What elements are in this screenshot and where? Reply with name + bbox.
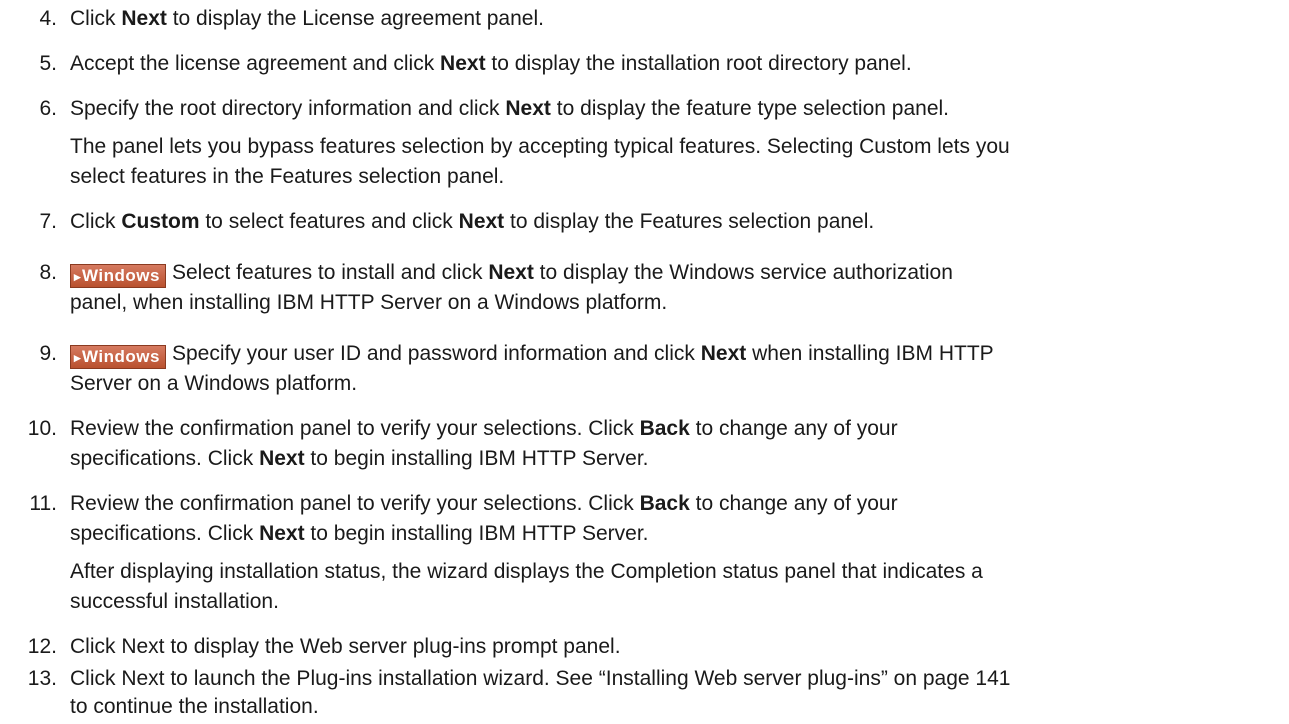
- step-text-continued: panel, when installing IBM HTTP Server o…: [70, 291, 668, 314]
- step-text-continued: Server on a Windows platform.: [70, 372, 358, 395]
- step-number: 9.: [39, 342, 57, 365]
- step-text: Click Next to display the Web server plu…: [70, 635, 621, 658]
- step-number: 13.: [27, 667, 57, 690]
- step-text: Specify the root directory information a…: [70, 97, 949, 120]
- windows-platform-icon: ▸Windows: [70, 345, 166, 369]
- step-text: Click Next to display the License agreem…: [70, 7, 544, 30]
- step-text: Review the confirmation panel to verify …: [70, 492, 898, 515]
- step-note: After displaying installation status, th…: [70, 560, 983, 583]
- step-number: 8.: [39, 261, 57, 284]
- step-number: 5.: [39, 52, 57, 75]
- step-note: successful installation.: [70, 590, 279, 613]
- step-text: Accept the license agreement and click N…: [70, 52, 912, 75]
- step-note: The panel lets you bypass features selec…: [70, 135, 1010, 158]
- windows-platform-icon: ▸Windows: [70, 264, 166, 288]
- step-text-continued: specifications. Click Next to begin inst…: [70, 522, 649, 545]
- step-text-continued: to continue the installation.: [70, 695, 319, 718]
- step-number: 6.: [39, 97, 57, 120]
- document-page: 4. Click Next to display the License agr…: [0, 0, 1289, 724]
- step-text: Click Custom to select features and clic…: [70, 210, 875, 233]
- step-number: 4.: [39, 7, 57, 30]
- step-text: Review the confirmation panel to verify …: [70, 417, 898, 440]
- step-text: ▸Windows Select features to install and c…: [70, 258, 1282, 288]
- step-note: select features in the Features selectio…: [70, 165, 505, 188]
- step-text: ▸Windows Specify your user ID and passwor…: [70, 339, 1282, 369]
- step-number: 12.: [27, 635, 57, 658]
- step-text-continued: specifications. Click Next to begin inst…: [70, 447, 649, 470]
- step-number: 11.: [29, 492, 57, 515]
- step-text: Click Next to launch the Plug-ins instal…: [70, 667, 1011, 690]
- step-number: 10.: [27, 417, 57, 440]
- step-number: 7.: [39, 210, 57, 233]
